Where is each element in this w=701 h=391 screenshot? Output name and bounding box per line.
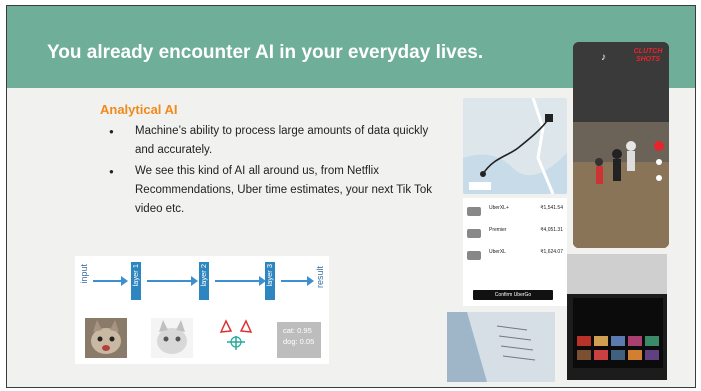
cat-score: cat: 0.95 bbox=[283, 326, 312, 335]
input-label: input bbox=[79, 264, 89, 284]
layer-box: layer 2 bbox=[199, 262, 209, 300]
ride-name: Premier bbox=[489, 227, 507, 233]
basketball-court-photo bbox=[573, 42, 669, 248]
section-heading: Analytical AI bbox=[100, 102, 178, 117]
slide-title: You already encounter AI in your everyda… bbox=[47, 42, 484, 63]
result-label: result bbox=[315, 266, 325, 289]
ride-price: ₹4,051.31 bbox=[540, 227, 563, 233]
ride-option[interactable]: UberXL+ ₹1,541.54 bbox=[467, 204, 563, 222]
neural-network-diagram: input layer 1 layer 2 layer 3 result cat… bbox=[75, 256, 329, 364]
cat-shapes bbox=[215, 318, 257, 358]
prediction-output: cat: 0.95 dog: 0.05 bbox=[277, 322, 321, 358]
arrow bbox=[147, 276, 198, 286]
bullet-item: We see this kind of AI all around us, fr… bbox=[107, 162, 437, 219]
layer-label: layer 3 bbox=[265, 264, 274, 287]
uber-ride-options: UberXL+ ₹1,541.54 Premier ₹4,051.31 Uber… bbox=[463, 198, 567, 306]
ride-option[interactable]: UberXL ₹1,624.07 bbox=[467, 248, 563, 266]
arrow bbox=[93, 276, 128, 286]
netflix-laptop-photo bbox=[567, 254, 667, 380]
bullet-item: Machine’s ability to process large amoun… bbox=[107, 122, 437, 160]
layer-label: layer 2 bbox=[199, 264, 208, 287]
cat-photo bbox=[85, 318, 127, 358]
phone-closeup-photo bbox=[447, 312, 555, 382]
arrow bbox=[215, 276, 266, 286]
bullet-list: Machine’s ability to process large amoun… bbox=[107, 122, 437, 221]
ride-option[interactable]: Premier ₹4,051.31 bbox=[467, 226, 563, 244]
dog-score: dog: 0.05 bbox=[283, 337, 315, 346]
slide: You already encounter AI in your everyda… bbox=[6, 5, 696, 388]
ride-price: ₹1,541.54 bbox=[540, 205, 563, 211]
tiktok-screenshot: ♪ CLUTCH SHOTS bbox=[573, 42, 669, 248]
layer-box: layer 3 bbox=[265, 262, 275, 300]
confirm-ride-button[interactable]: Confirm UberGo bbox=[473, 290, 553, 300]
car-icon bbox=[467, 251, 481, 260]
arrow bbox=[281, 276, 314, 286]
ride-name: UberXL bbox=[489, 249, 506, 255]
uber-map bbox=[463, 98, 567, 194]
ride-price: ₹1,624.07 bbox=[540, 249, 563, 255]
layer-box: layer 1 bbox=[131, 262, 141, 300]
car-icon bbox=[467, 229, 481, 238]
car-icon bbox=[467, 207, 481, 216]
ride-name: UberXL+ bbox=[489, 205, 509, 211]
cat-features bbox=[151, 318, 193, 358]
layer-label: layer 1 bbox=[131, 264, 140, 287]
tiktok-logo-icon: ♪ bbox=[601, 52, 606, 63]
channel-brand: CLUTCH SHOTS bbox=[633, 48, 663, 63]
